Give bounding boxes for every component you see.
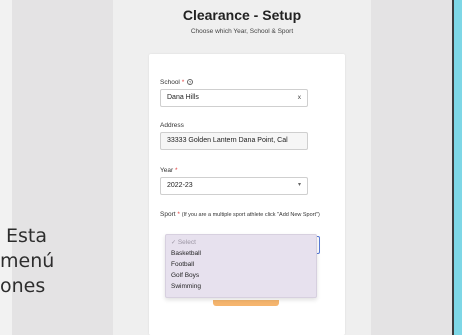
- continue-button[interactable]: [213, 300, 279, 306]
- dropdown-option-select[interactable]: ✓ Select: [171, 239, 196, 246]
- dropdown-option-swimming[interactable]: Swimming: [171, 283, 201, 290]
- address-label: Address: [160, 122, 184, 129]
- school-value: Dana Hills: [167, 94, 199, 101]
- address-field: 33333 Golden Lantern Dana Point, Cal: [160, 132, 308, 150]
- side-caption-line-3: ones: [0, 275, 46, 297]
- required-mark: *: [174, 167, 178, 174]
- clear-icon[interactable]: x: [298, 94, 301, 101]
- right-edge-strip: [452, 0, 462, 335]
- school-label: School * ?: [160, 79, 194, 86]
- school-select[interactable]: Dana Hills x: [160, 89, 308, 107]
- year-select[interactable]: 2022-23 ▾: [160, 177, 308, 195]
- chevron-down-icon: ▾: [297, 182, 301, 188]
- side-caption: Esta menú ones: [0, 224, 112, 299]
- sport-label: Sport * (If you are a multiple sport ath…: [160, 210, 330, 220]
- page-subtitle: Choose which Year, School & Sport: [190, 28, 294, 35]
- sport-dropdown-menu[interactable]: ✓ Select Basketball Football Golf Boys S…: [165, 234, 317, 298]
- year-label: Year *: [160, 167, 177, 174]
- year-value: 2022-23: [167, 182, 193, 189]
- sport-hint: (If you are a multiple sport athlete cli…: [181, 212, 320, 218]
- check-icon: ✓: [171, 240, 177, 246]
- dropdown-option-football[interactable]: Football: [171, 261, 194, 268]
- app-screen: Clearance - Setup Choose which Year, Sch…: [113, 0, 371, 335]
- side-caption-line-1: Esta: [6, 225, 47, 247]
- dropdown-option-label: Select: [177, 239, 196, 246]
- sport-label-text: Sport: [160, 211, 176, 218]
- required-mark: *: [177, 211, 180, 218]
- school-label-text: School: [160, 79, 180, 86]
- screenshot-frame: Esta menú ones Clearance - Setup Choose …: [0, 0, 462, 335]
- dropdown-option-golf-boys[interactable]: Golf Boys: [171, 272, 199, 279]
- side-caption-line-2: menú: [0, 250, 55, 272]
- dropdown-option-basketball[interactable]: Basketball: [171, 250, 201, 257]
- year-label-text: Year: [160, 167, 174, 174]
- page-title: Clearance - Setup: [182, 7, 302, 23]
- question-circle-icon[interactable]: ?: [187, 79, 194, 86]
- required-mark: *: [181, 79, 185, 86]
- address-value: 33333 Golden Lantern Dana Point, Cal: [167, 137, 288, 144]
